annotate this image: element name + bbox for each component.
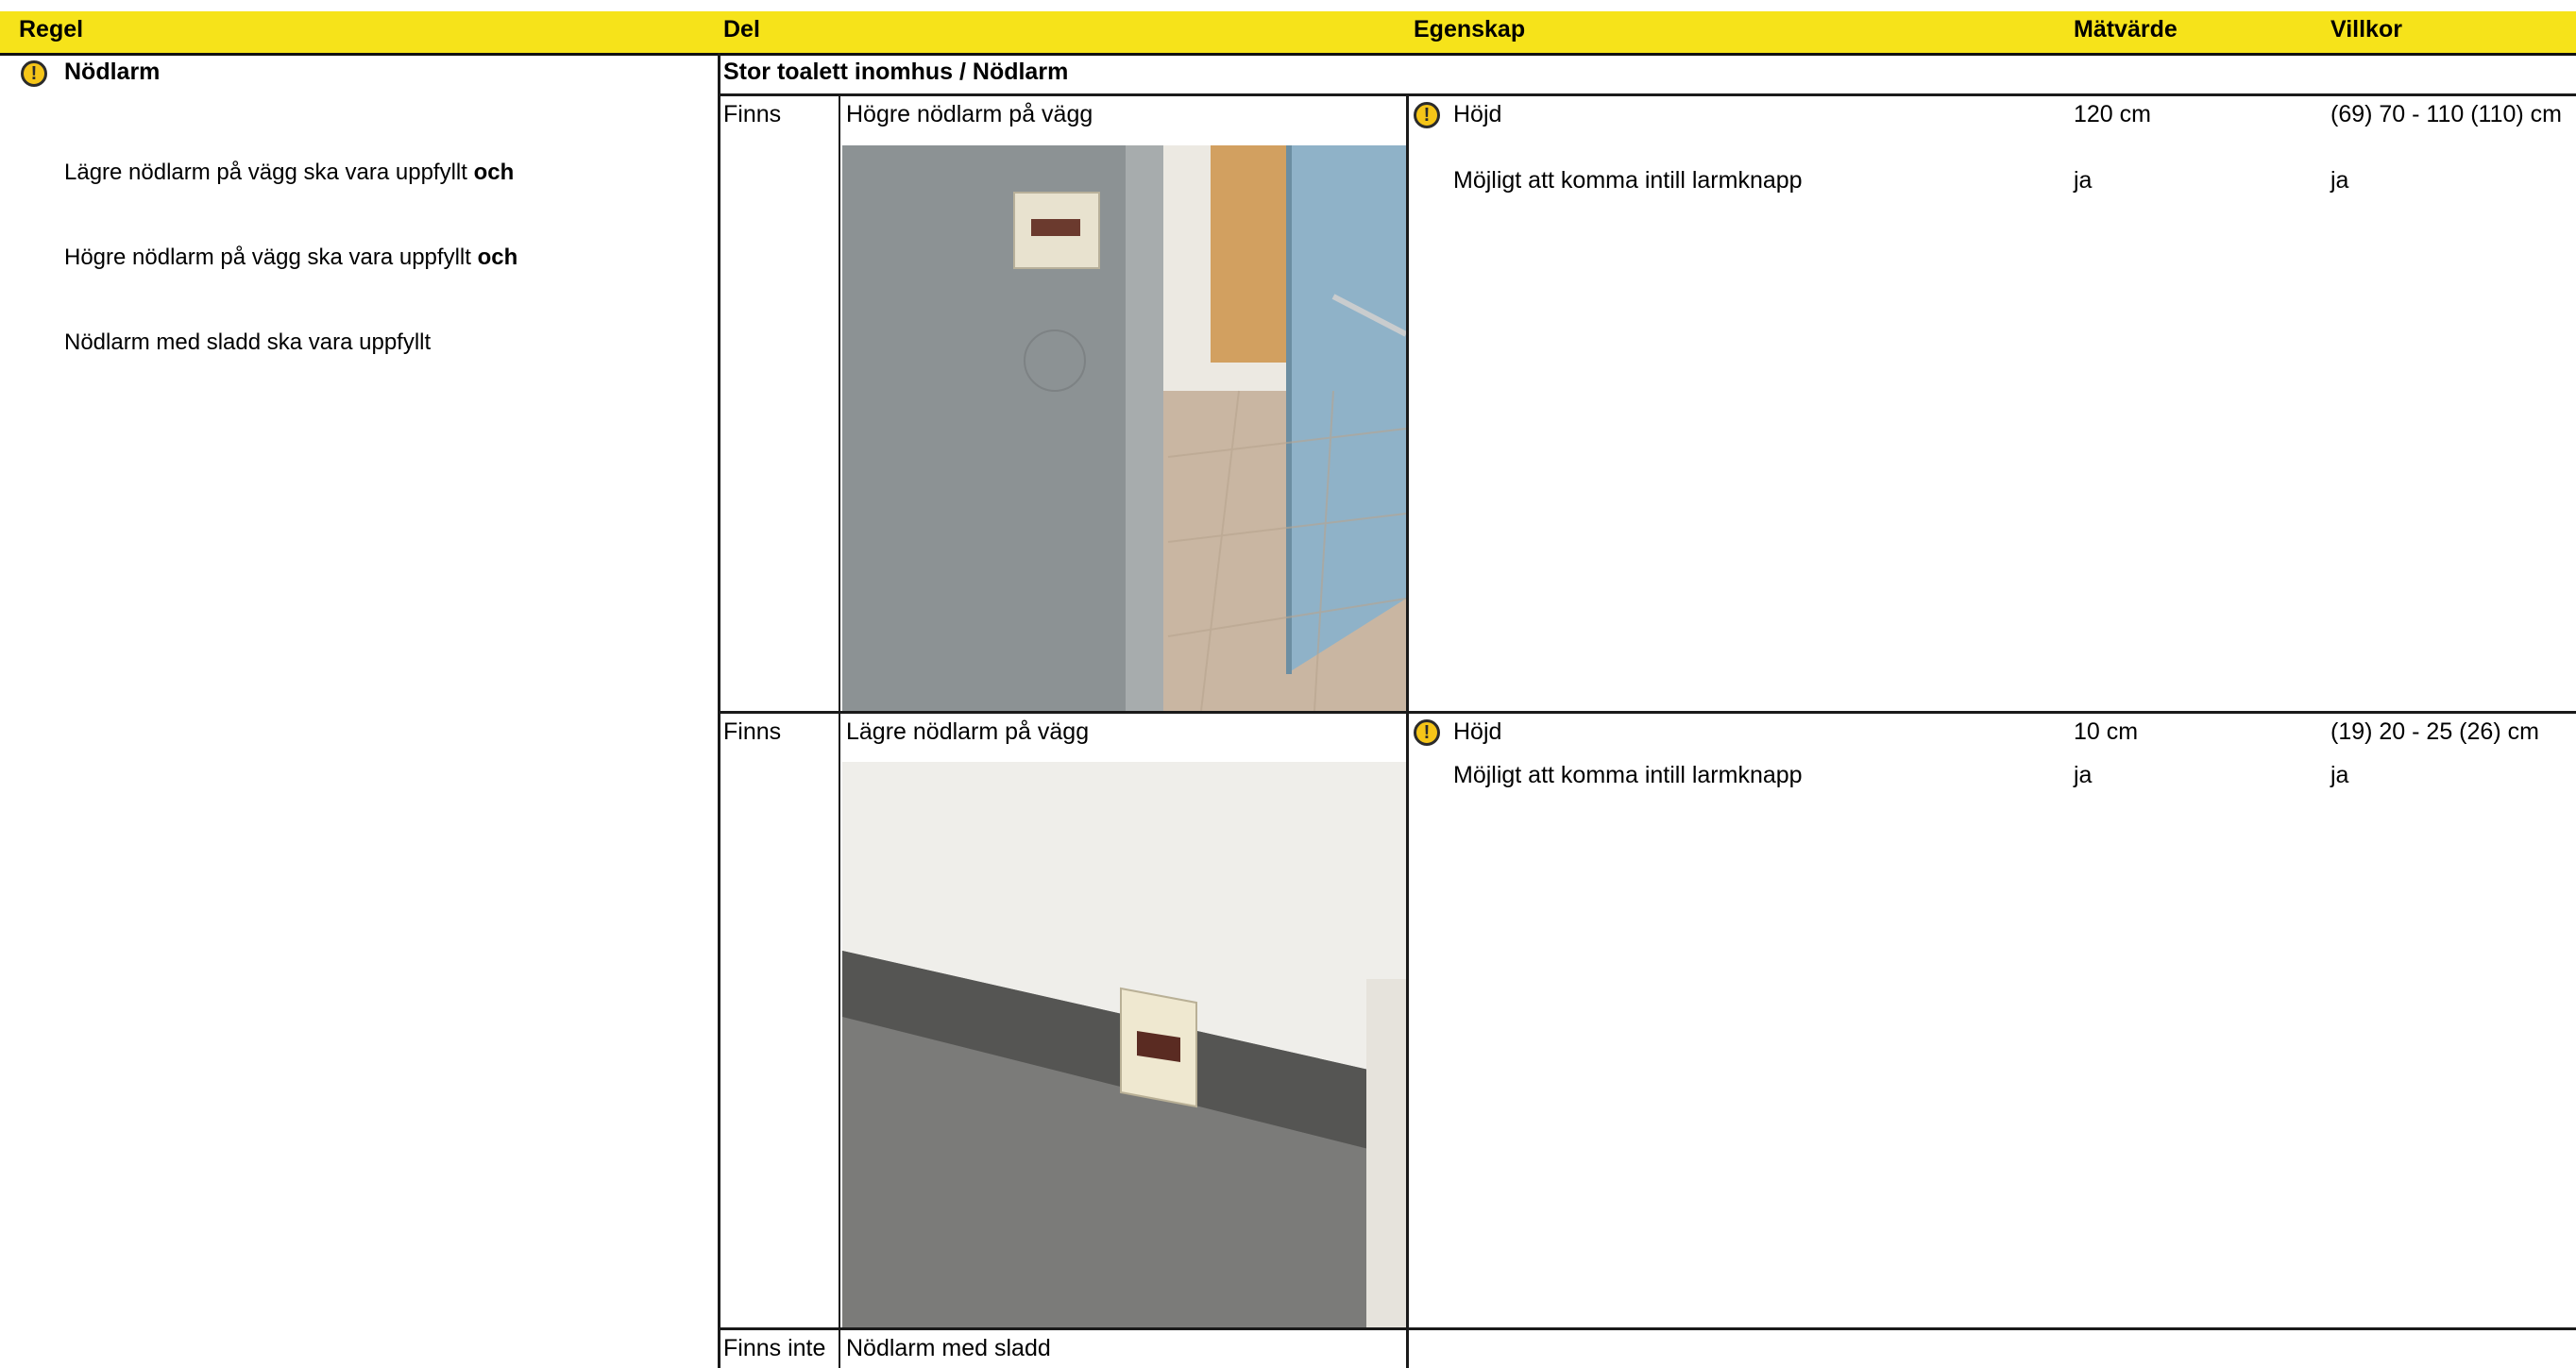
property-condition: ja xyxy=(2330,762,2349,788)
row-part: Lägre nödlarm på vägg xyxy=(846,718,1090,745)
row-divider xyxy=(718,1327,2576,1330)
rule-description: Lägre nödlarm på vägg ska vara uppfyllt … xyxy=(64,102,517,414)
header-egenskap: Egenskap xyxy=(1414,16,1526,42)
column-divider xyxy=(839,93,840,1368)
row-status: Finns xyxy=(723,101,782,127)
row-divider xyxy=(718,711,2576,714)
photo-lower-alarm xyxy=(842,762,1406,1327)
column-divider xyxy=(1406,93,1409,1368)
header-regel: Regel xyxy=(19,16,84,42)
property-name: Möjligt att komma intill larmknapp xyxy=(1453,762,1803,788)
rule-line: Nödlarm med sladd ska vara uppfyllt xyxy=(64,329,432,355)
rule-line: Lägre nödlarm på vägg ska vara uppfyllt … xyxy=(64,160,515,185)
section-title: Stor toalett inomhus / Nödlarm xyxy=(723,59,1069,85)
row-divider xyxy=(718,93,2576,96)
rule-title: Nödlarm xyxy=(64,59,161,85)
table-header: Regel Del Egenskap Mätvärde Villkor xyxy=(0,11,2576,56)
header-matvarde: Mätvärde xyxy=(2074,16,2178,42)
header-del: Del xyxy=(723,16,760,42)
warning-icon: ! xyxy=(1414,719,1440,746)
property-condition: (69) 70 - 110 (110) cm xyxy=(2330,101,2563,127)
row-part: Nödlarm med sladd xyxy=(846,1335,1051,1361)
property-name: Höjd xyxy=(1453,101,1502,127)
property-name: Höjd xyxy=(1453,718,1502,745)
row-status: Finns inte xyxy=(723,1335,826,1361)
property-value: ja xyxy=(2074,762,2093,788)
header-villkor: Villkor xyxy=(2330,16,2402,42)
rule-line: Högre nödlarm på vägg ska vara uppfyllt … xyxy=(64,245,518,270)
row-part: Högre nödlarm på vägg xyxy=(846,101,1093,127)
property-name: Möjligt att komma intill larmknapp xyxy=(1453,167,1803,194)
property-value: 10 cm xyxy=(2074,718,2139,745)
property-value: ja xyxy=(2074,167,2093,194)
report-page: Regel Del Egenskap Mätvärde Villkor ! Nö… xyxy=(0,0,2576,1368)
warning-icon: ! xyxy=(21,60,47,87)
property-condition: (19) 20 - 25 (26) cm xyxy=(2330,718,2539,745)
photo-upper-alarm xyxy=(842,145,1406,711)
property-condition: ja xyxy=(2330,167,2349,194)
row-status: Finns xyxy=(723,718,782,745)
warning-icon: ! xyxy=(1414,102,1440,128)
property-value: 120 cm xyxy=(2074,101,2151,127)
